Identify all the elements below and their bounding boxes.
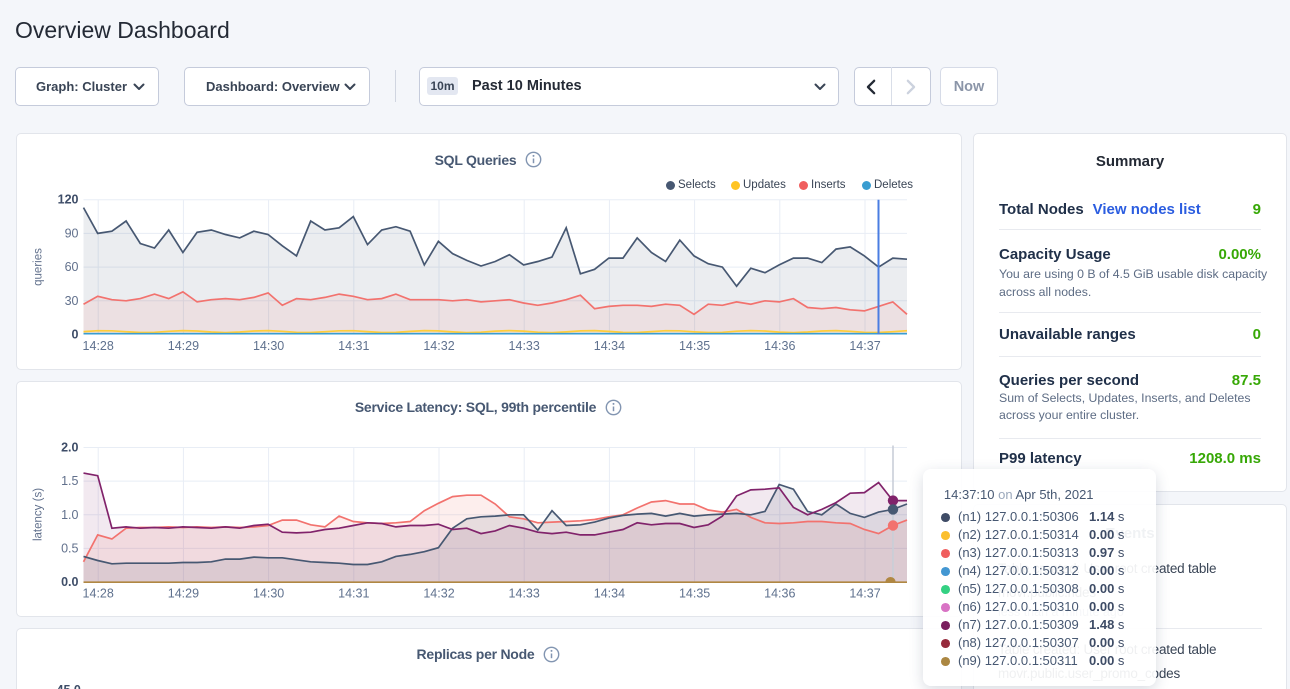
svg-text:120: 120 — [57, 193, 78, 207]
svg-text:60: 60 — [64, 260, 78, 274]
svg-text:14:35: 14:35 — [678, 339, 709, 353]
svg-text:14:33: 14:33 — [508, 586, 539, 600]
svg-text:latency (s): latency (s) — [32, 487, 44, 540]
svg-text:14:36: 14:36 — [764, 586, 795, 600]
svg-text:14:28: 14:28 — [82, 586, 113, 600]
svg-text:14:31: 14:31 — [338, 586, 369, 600]
svg-text:14:33: 14:33 — [508, 339, 539, 353]
svg-text:14:34: 14:34 — [593, 339, 624, 353]
svg-text:queries: queries — [32, 248, 44, 286]
svg-text:14:36: 14:36 — [764, 339, 795, 353]
svg-text:14:37: 14:37 — [849, 339, 880, 353]
svg-text:14:37: 14:37 — [849, 586, 880, 600]
svg-text:2.0: 2.0 — [61, 440, 78, 454]
svg-text:0: 0 — [71, 328, 78, 342]
svg-text:30: 30 — [64, 294, 78, 308]
svg-text:0.0: 0.0 — [61, 575, 78, 589]
svg-text:14:30: 14:30 — [252, 586, 283, 600]
svg-text:14:31: 14:31 — [338, 339, 369, 353]
svg-text:14:29: 14:29 — [167, 339, 198, 353]
svg-text:14:29: 14:29 — [167, 586, 198, 600]
svg-text:14:32: 14:32 — [423, 586, 454, 600]
svg-text:1.0: 1.0 — [61, 507, 78, 521]
svg-text:1.5: 1.5 — [61, 474, 78, 488]
svg-text:14:30: 14:30 — [252, 339, 283, 353]
svg-text:0.5: 0.5 — [61, 541, 78, 555]
svg-text:14:28: 14:28 — [82, 339, 113, 353]
svg-text:14:32: 14:32 — [423, 339, 454, 353]
svg-text:14:34: 14:34 — [593, 586, 624, 600]
svg-text:14:35: 14:35 — [678, 586, 709, 600]
svg-text:90: 90 — [64, 226, 78, 240]
